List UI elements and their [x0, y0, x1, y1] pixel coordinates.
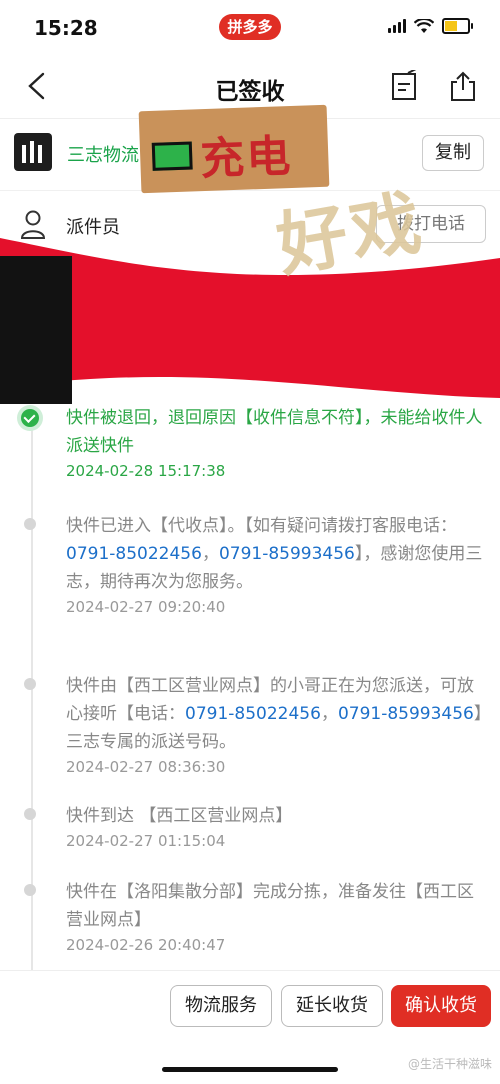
signal-icon — [388, 19, 406, 33]
event-time: 2024-02-26 20:40:47 — [66, 936, 226, 954]
bottom-action-bar: 物流服务 延长收货 确认收货 @生活干种滋味 — [0, 970, 500, 1084]
logistics-service-button[interactable]: 物流服务 — [170, 985, 272, 1027]
timeline-dot — [24, 884, 36, 896]
courier-label: 派件员 — [66, 217, 120, 238]
check-icon — [21, 409, 39, 427]
extend-receipt-button[interactable]: 延长收货 — [281, 985, 383, 1027]
carrier-logo — [14, 133, 52, 171]
waybill-address: 吉省洛阳市西工 — [186, 315, 305, 335]
silhouette-image — [0, 256, 72, 404]
event-text: 快件已进入【代收点】。【如有疑问请拨打客服电话：0791-85022456，07… — [66, 516, 483, 592]
app-badge: 拼多多 — [219, 14, 281, 40]
event-time: 2024-02-27 09:20:40 — [66, 598, 226, 616]
waybill-number: 单编号: 240215-350 3257...34 66 — [70, 281, 350, 301]
timeline-event: 快件在【洛阳集散分部】完成分拣，准备发往【西工区营业网点】 2024-02-26… — [24, 878, 484, 954]
event-time: 2024-02-27 08:36:30 — [66, 758, 226, 776]
phone-link[interactable]: 0791-85022456 — [185, 704, 321, 724]
call-courier-button[interactable]: 拨打电话 — [376, 205, 486, 243]
edit-note-icon[interactable] — [390, 70, 420, 102]
timeline-event: 快件由【西工区营业网点】的小哥正在为您派送，可放心接听【电话：0791-8502… — [24, 672, 484, 776]
event-text: 快件由【西工区营业网点】的小哥正在为您派送，可放心接听【电话：0791-8502… — [66, 676, 483, 752]
phone-link[interactable]: 0791-85022456 — [66, 544, 202, 564]
phone-link[interactable]: 0791-85993456 — [219, 544, 355, 564]
source-watermark: @生活干种滋味 — [407, 1057, 492, 1071]
carrier-name: 三志物流 — [67, 145, 139, 166]
home-indicator — [162, 1067, 338, 1072]
page-title: 已签收 — [215, 79, 285, 105]
copy-button[interactable]: 复制 — [422, 135, 484, 171]
nav-bar: 已签收 — [0, 58, 500, 116]
wifi-icon — [414, 18, 434, 33]
share-icon[interactable] — [448, 70, 478, 102]
timeline-dot — [24, 518, 36, 530]
event-time: 2024-02-28 15:17:38 — [66, 462, 226, 480]
confirm-receipt-button[interactable]: 确认收货 — [391, 985, 491, 1027]
event-time: 2024-02-27 01:15:04 — [66, 832, 226, 850]
status-time: 15:28 — [34, 16, 98, 40]
person-icon — [20, 210, 46, 239]
timeline-event: 快件到达 【西工区营业网点】 2024-02-27 01:15:04 — [24, 802, 484, 850]
status-bar: 15:28 拼多多 — [0, 0, 500, 58]
phone-link[interactable]: 0791-85993456 — [338, 704, 474, 724]
carrier-row: 三志物流 复制 — [0, 118, 500, 189]
timeline-event: 快件已进入【代收点】。【如有疑问请拨打客服电话：0791-85022456，07… — [24, 512, 484, 616]
status-icons — [388, 18, 473, 34]
timeline-event: 快件被退回，退回原因【收件信息不符】，未能给收件人派送快件 2024-02-28… — [21, 404, 484, 480]
event-text: 快件被退回，退回原因【收件信息不符】，未能给收件人派送快件 — [66, 408, 483, 456]
timeline-dot — [24, 808, 36, 820]
courier-row: 派件员 拨打电话 — [0, 190, 500, 257]
event-text: 快件到达 【西工区营业网点】 — [66, 806, 293, 826]
battery-icon — [442, 18, 473, 34]
event-text: 快件在【洛阳集散分部】完成分拣，准备发往【西工区营业网点】 — [66, 882, 474, 930]
timeline-dot — [24, 678, 36, 690]
